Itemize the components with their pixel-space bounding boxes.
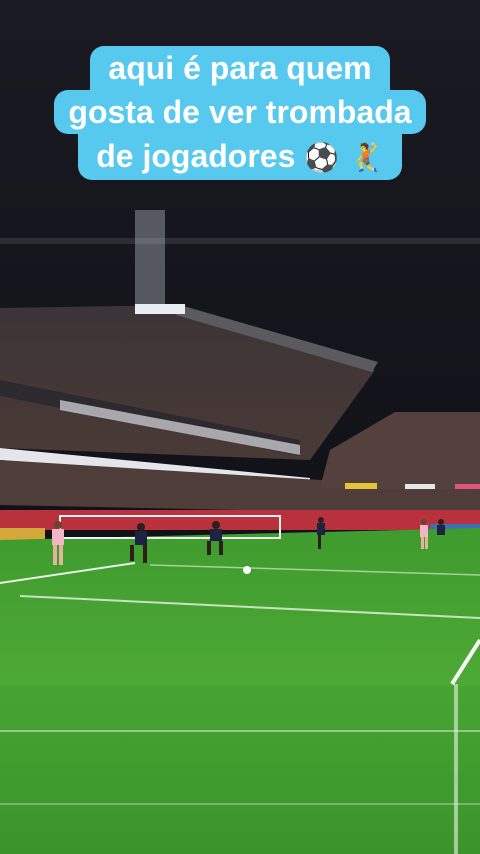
caption-line-3: de jogadores ⚽ 🤾 — [78, 134, 402, 180]
soccer-ball-icon: ⚽ 🤾 — [304, 141, 384, 174]
ad-boards — [0, 510, 480, 530]
ball — [243, 566, 251, 574]
video-caption: aqui é para quem gosta de ver trombada d… — [0, 46, 480, 180]
caption-line-2: gosta de ver trombada — [54, 90, 426, 134]
caption-line-3-text: de jogadores — [96, 138, 296, 174]
caption-line-1: aqui é para quem — [90, 46, 390, 90]
light-flare — [135, 210, 165, 320]
